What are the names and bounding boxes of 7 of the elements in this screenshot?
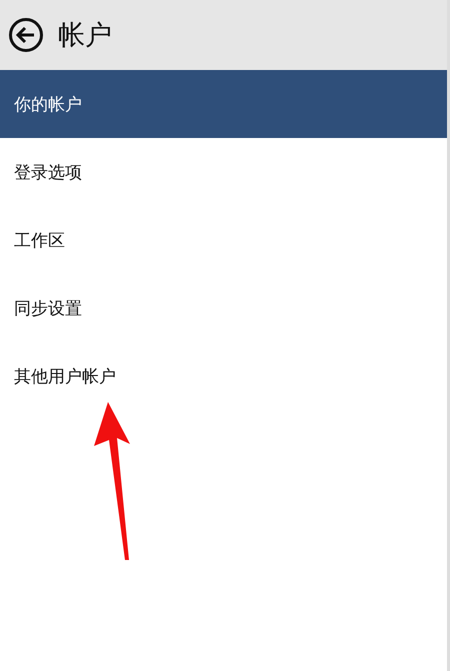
back-button[interactable] (8, 17, 44, 53)
menu-item[interactable]: 其他用户帐户 (0, 342, 447, 410)
menu-item[interactable]: 工作区 (0, 206, 447, 274)
page-title: 帐户 (58, 19, 112, 53)
menu-item[interactable]: 登录选项 (0, 138, 447, 206)
menu-item[interactable]: 你的帐户 (0, 70, 447, 138)
menu-item[interactable]: 同步设置 (0, 274, 447, 342)
